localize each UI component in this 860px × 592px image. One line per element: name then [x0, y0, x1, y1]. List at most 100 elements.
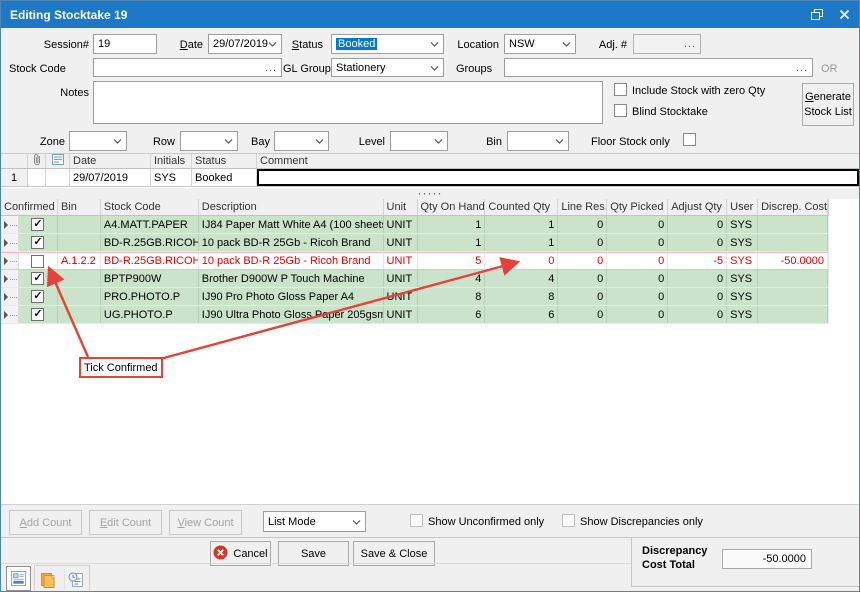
- groups-field[interactable]: ...: [504, 58, 813, 77]
- location-select[interactable]: NSW: [504, 34, 576, 54]
- ellipsis-browse-icon[interactable]: ...: [684, 38, 696, 50]
- cell-discrep-cost[interactable]: [758, 234, 828, 251]
- cell-unit[interactable]: UNIT: [384, 253, 418, 269]
- column-header-counted-qty[interactable]: Counted Qty: [485, 199, 558, 215]
- view-count-button[interactable]: View Count: [169, 510, 242, 535]
- cell-user[interactable]: SYS: [727, 270, 758, 287]
- column-header-qty-on-hand[interactable]: Qty On Hand: [418, 199, 486, 215]
- report-icon[interactable]: [6, 566, 31, 591]
- row-select[interactable]: [180, 131, 238, 151]
- cell-discrep-cost[interactable]: [758, 270, 828, 287]
- column-header-qty-picked[interactable]: Qty Picked: [607, 199, 668, 215]
- generate-stock-list-button[interactable]: Generate Stock List: [802, 83, 854, 126]
- column-header-comment[interactable]: Comment: [257, 154, 859, 168]
- cell-qty-on-hand[interactable]: 8: [418, 288, 486, 305]
- row-expander-icon[interactable]: [1, 216, 19, 233]
- stock-code-field[interactable]: ...: [93, 58, 282, 77]
- status-select[interactable]: Booked: [331, 34, 444, 54]
- attachment-column-header[interactable]: [28, 154, 46, 168]
- cell-description[interactable]: 10 pack BD-R 25Gb - Ricoh Brand: [199, 253, 384, 269]
- view-mode-select[interactable]: List Mode: [263, 511, 366, 532]
- confirmed-checkbox[interactable]: ✓: [31, 272, 44, 285]
- cell-line-res[interactable]: 0: [558, 270, 607, 287]
- cell-bin[interactable]: [58, 306, 101, 323]
- cell-unit[interactable]: UNIT: [384, 234, 418, 251]
- cell-unit[interactable]: UNIT: [384, 270, 418, 287]
- show-unconfirmed-checkbox[interactable]: [410, 514, 423, 527]
- cell-line-res[interactable]: 0: [558, 306, 607, 323]
- cell-counted-qty[interactable]: 0: [485, 253, 558, 269]
- cell-qty-on-hand[interactable]: 5: [418, 253, 486, 269]
- cell-description[interactable]: IJ90 Pro Photo Gloss Paper A4: [199, 288, 384, 305]
- cell-status[interactable]: Booked: [192, 169, 257, 186]
- row-expander-icon[interactable]: [1, 288, 19, 305]
- cell-counted-qty[interactable]: 8: [485, 288, 558, 305]
- cell-bin[interactable]: [58, 216, 101, 233]
- ellipsis-browse-icon[interactable]: ...: [265, 62, 277, 74]
- note-column-header[interactable]: [46, 154, 70, 168]
- column-header-initials[interactable]: Initials: [151, 154, 192, 168]
- restore-window-icon[interactable]: [811, 9, 823, 21]
- cell-line-res[interactable]: 0: [558, 288, 607, 305]
- row-expander-icon[interactable]: [1, 234, 19, 251]
- session-input[interactable]: 19: [93, 34, 157, 54]
- cell-counted-qty[interactable]: 4: [485, 270, 558, 287]
- cell-qty-picked[interactable]: 0: [607, 216, 668, 233]
- cell-description[interactable]: IJ84 Paper Matt White A4 (100 sheets: [199, 216, 384, 233]
- cell-qty-on-hand[interactable]: 1: [418, 216, 486, 233]
- row-expander-icon[interactable]: [1, 306, 19, 323]
- cell-qty-picked[interactable]: 0: [607, 253, 668, 269]
- cell-user[interactable]: SYS: [727, 288, 758, 305]
- column-header-line-res[interactable]: Line Res.: [558, 199, 607, 215]
- column-header-adjust-qty[interactable]: Adjust Qty: [668, 199, 727, 215]
- cell-unit[interactable]: UNIT: [384, 288, 418, 305]
- cell-discrep-cost[interactable]: -50.0000: [758, 253, 828, 269]
- cell-stock-code[interactable]: BPTP900W: [101, 270, 199, 287]
- gl-group-select[interactable]: Stationery: [331, 58, 444, 77]
- confirmed-checkbox[interactable]: ✓: [31, 236, 44, 249]
- cell-adjust-qty[interactable]: 0: [668, 306, 727, 323]
- column-header-user[interactable]: User: [727, 199, 758, 215]
- cell-adjust-qty[interactable]: 0: [668, 270, 727, 287]
- cell-adjust-qty[interactable]: -5: [668, 253, 727, 269]
- show-discrepancies-checkbox[interactable]: [562, 514, 575, 527]
- titlebar[interactable]: Editing Stocktake 19: [1, 1, 859, 28]
- cell-unit[interactable]: UNIT: [384, 216, 418, 233]
- cell-bin[interactable]: A.1.2.2: [58, 253, 101, 269]
- cell-qty-picked[interactable]: 0: [607, 288, 668, 305]
- cell-qty-picked[interactable]: 0: [607, 306, 668, 323]
- blind-stocktake-checkbox[interactable]: [614, 104, 627, 117]
- cell-stock-code[interactable]: BD-R.25GB.RICOH: [101, 253, 199, 269]
- cell-description[interactable]: IJ90 Ultra Photo Gloss Paper 205gsm: [199, 306, 384, 323]
- column-header-bin[interactable]: Bin: [58, 199, 101, 215]
- edit-count-button[interactable]: Edit Count: [89, 510, 162, 535]
- cell-counted-qty[interactable]: 1: [485, 234, 558, 251]
- cell-qty-on-hand[interactable]: 6: [418, 306, 486, 323]
- floor-stock-only-checkbox[interactable]: [683, 133, 696, 146]
- cell-user[interactable]: SYS: [727, 306, 758, 323]
- column-header-status[interactable]: Status: [192, 154, 257, 168]
- row-expander-icon[interactable]: [1, 270, 19, 287]
- add-count-button[interactable]: Add Count: [9, 510, 82, 535]
- include-zero-qty-checkbox[interactable]: [614, 83, 627, 96]
- cell-user[interactable]: SYS: [727, 216, 758, 233]
- cell-stock-code[interactable]: UG.PHOTO.P: [101, 306, 199, 323]
- close-icon[interactable]: [839, 9, 850, 20]
- cell-note[interactable]: [46, 169, 70, 186]
- cell-stock-code[interactable]: PRO.PHOTO.P: [101, 288, 199, 305]
- column-header-confirmed[interactable]: Confirmed: [1, 199, 58, 215]
- cell-discrep-cost[interactable]: [758, 216, 828, 233]
- cell-bin[interactable]: [58, 234, 101, 251]
- cell-user[interactable]: SYS: [727, 234, 758, 251]
- confirmed-checkbox[interactable]: ✓: [31, 218, 44, 231]
- cell-qty-picked[interactable]: 0: [607, 234, 668, 251]
- cell-date[interactable]: 29/07/2019: [70, 169, 151, 186]
- cell-counted-qty[interactable]: 6: [485, 306, 558, 323]
- copy-pages-icon[interactable]: [38, 569, 60, 590]
- cell-line-res[interactable]: 0: [558, 234, 607, 251]
- ellipsis-browse-icon[interactable]: ...: [796, 62, 808, 74]
- cell-unit[interactable]: UNIT: [384, 306, 418, 323]
- cell-attachment[interactable]: [28, 169, 46, 186]
- notes-textarea[interactable]: [93, 81, 603, 124]
- cell-stock-code[interactable]: BD-R.25GB.RICOH: [101, 234, 199, 251]
